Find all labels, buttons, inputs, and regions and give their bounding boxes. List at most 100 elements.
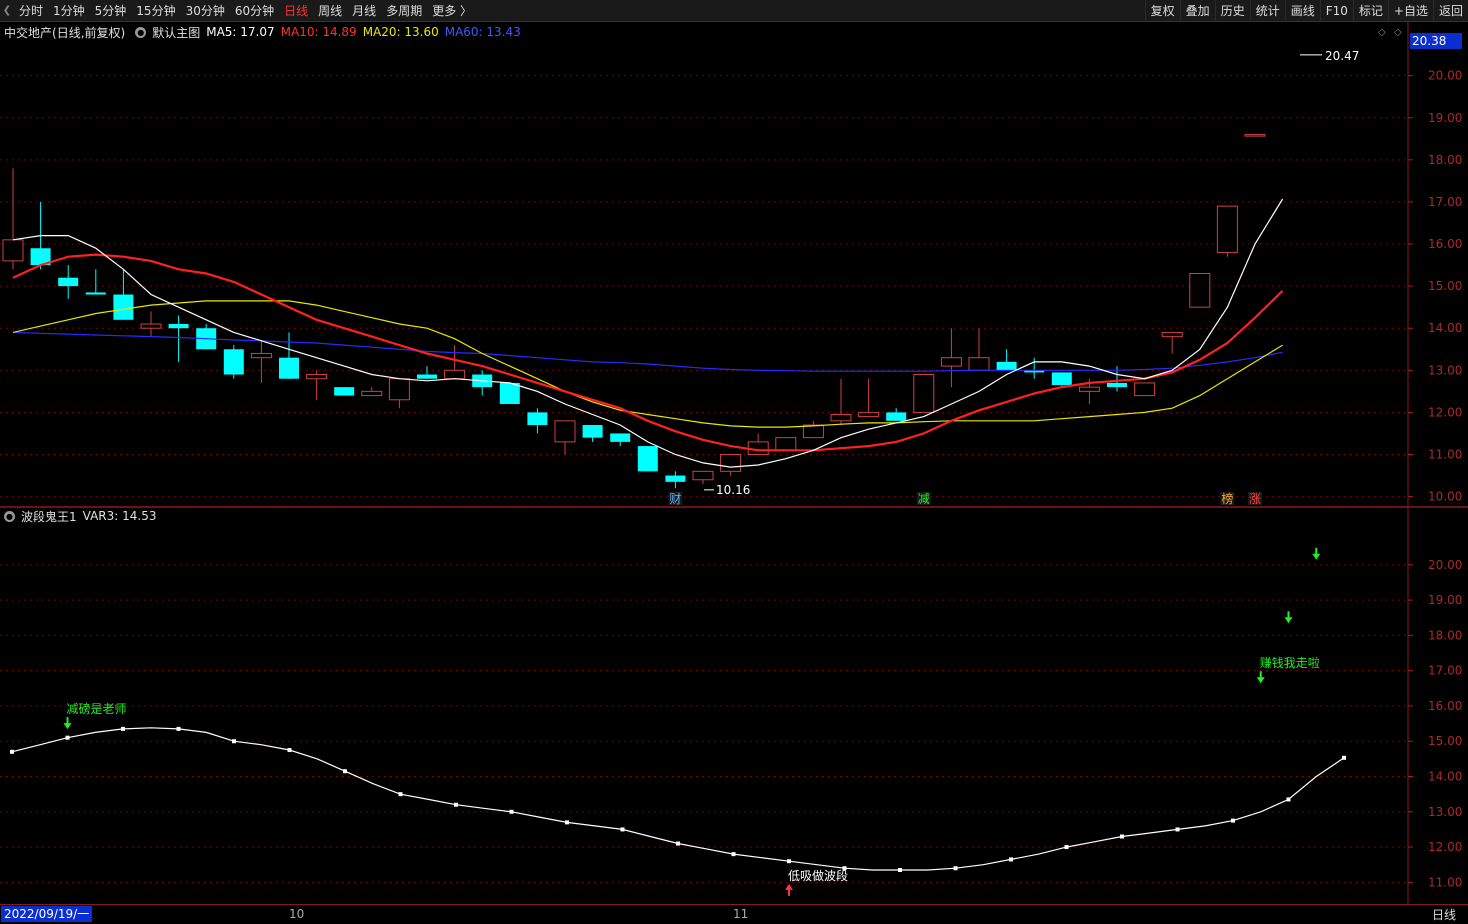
candle-body — [2, 239, 24, 262]
tab-period-7[interactable]: 周线 — [313, 0, 347, 22]
month-label-11: 11 — [733, 907, 749, 921]
signal-label: 低吸做波段 — [788, 868, 848, 883]
tab-period-5[interactable]: 60分钟 — [230, 0, 279, 22]
candle — [85, 269, 106, 295]
y-tick-label: 11.00 — [1428, 447, 1462, 461]
var3-point — [1064, 845, 1069, 850]
tool-button-4[interactable]: 画线 — [1284, 0, 1320, 22]
diamond-icon-2[interactable]: ◇ — [1394, 27, 1402, 38]
ma60-line — [12, 331, 1283, 372]
candle — [886, 408, 907, 421]
candle-body — [582, 425, 603, 438]
var3-point — [565, 820, 569, 825]
diamond-icon[interactable]: ◇ — [1378, 27, 1386, 38]
ma20-line — [12, 300, 1283, 428]
sub-y-tick-label: 11.00 — [1428, 875, 1462, 889]
event-marker: 减 — [918, 492, 930, 506]
tab-period-9[interactable]: 多周期 — [381, 0, 427, 22]
y-tick-label: 19.00 — [1428, 111, 1462, 125]
ma60-label: MA60: 13.43 — [444, 25, 521, 39]
candle-body — [58, 277, 79, 287]
var3-line — [11, 727, 1345, 871]
tool-button-1[interactable]: 叠加 — [1179, 0, 1215, 22]
tool-button-0[interactable]: 复权 — [1144, 0, 1180, 22]
candle — [444, 345, 466, 380]
collapse-left-icon[interactable]: ❮ — [0, 0, 14, 22]
candle — [1024, 357, 1045, 379]
tab-period-1[interactable]: 1分钟 — [48, 0, 90, 22]
candle — [499, 382, 520, 404]
candle — [306, 370, 328, 400]
tool-button-5[interactable]: F10 — [1319, 0, 1353, 22]
var3-point — [1286, 797, 1291, 802]
indicator-menu-icon[interactable]: ● — [4, 510, 15, 522]
template-name[interactable]: 默认主图 — [152, 24, 200, 41]
candle-body — [968, 357, 990, 371]
ma20-label: MA20: 13.60 — [362, 25, 439, 39]
tool-button-8[interactable]: 返回 — [1432, 0, 1468, 22]
period-tabs: 分时 1分钟 5分钟 15分钟 30分钟 60分钟 日线 周线 月线 多周期 更多 〉 — [14, 0, 477, 22]
candle — [692, 470, 714, 484]
template-menu-icon[interactable]: ● — [135, 26, 147, 38]
var3-point — [1175, 827, 1180, 832]
candle-body — [196, 328, 217, 350]
var3-point — [176, 726, 181, 731]
sub-y-tick-label: 16.00 — [1428, 699, 1462, 713]
stock-name: 中交地产 — [4, 25, 53, 40]
candle — [913, 374, 935, 413]
var3-point — [287, 748, 292, 753]
candle-body — [1161, 331, 1183, 338]
tool-button-2[interactable]: 历史 — [1214, 0, 1250, 22]
tool-buttons: 复权 叠加 历史 统计 画线 F10 标记 +自选 返回 — [1144, 0, 1468, 22]
candle-body — [1189, 273, 1211, 308]
tab-period-6[interactable]: 日线 — [279, 0, 313, 22]
sub-y-tick-label: 20.00 — [1428, 558, 1462, 572]
candle — [472, 370, 493, 396]
y-tick-label: 10.00 — [1428, 490, 1462, 504]
event-marker-bg — [1220, 492, 1235, 505]
tab-period-10[interactable]: 更多 〉 — [427, 0, 477, 22]
tab-period-3[interactable]: 15分钟 — [131, 0, 180, 22]
period-label[interactable]: 日线 — [1432, 906, 1456, 923]
kline-chart[interactable]: 20.00 19.00 18.00 17.00 16.00 15.00 14.00 13.00… — [0, 0, 1468, 904]
event-marker: 榜 — [1221, 491, 1233, 506]
current-price-box: 20.38 — [1410, 33, 1462, 49]
candle-body — [1216, 205, 1238, 253]
candle-body — [1051, 372, 1072, 386]
y-tick-label: 15.00 — [1428, 279, 1462, 293]
signal-arrow-head — [1256, 677, 1265, 684]
tab-period-8[interactable]: 月线 — [347, 0, 381, 22]
candle — [30, 201, 51, 270]
var3-point — [953, 866, 958, 871]
candle-body — [472, 374, 493, 388]
candle-body — [85, 292, 106, 295]
candle-body — [417, 374, 437, 379]
var3-label: VAR3: 14.53 — [82, 509, 157, 523]
tab-period-0[interactable]: 分时 — [14, 0, 48, 22]
high-label: 20.47 — [1325, 49, 1359, 63]
tool-button-3[interactable]: 统计 — [1249, 0, 1285, 22]
candle — [1051, 372, 1072, 388]
tool-button-6[interactable]: 标记 — [1352, 0, 1388, 22]
indicator-name[interactable]: 波段鬼王1 — [21, 508, 77, 525]
candle — [58, 265, 79, 299]
candle — [802, 420, 824, 439]
tab-period-4[interactable]: 30分钟 — [181, 0, 230, 22]
var3-point — [620, 827, 625, 832]
candle-body — [610, 433, 631, 442]
tool-button-7[interactable]: +自选 — [1387, 0, 1433, 22]
var3-point — [1231, 818, 1235, 823]
sub-y-tick-label: 17.00 — [1428, 664, 1462, 678]
candle — [582, 425, 603, 442]
candle-body — [720, 453, 742, 472]
date-label: 2022/09/19/一 — [1, 906, 93, 922]
event-marker: 财 — [669, 492, 681, 506]
candle-body — [140, 323, 162, 329]
candle — [334, 387, 355, 396]
candle-body — [692, 470, 714, 481]
candle — [1078, 378, 1100, 404]
candle — [1189, 273, 1211, 308]
tab-period-2[interactable]: 5分钟 — [90, 0, 132, 22]
candle — [554, 420, 576, 455]
sub-y-tick-label: 14.00 — [1428, 770, 1462, 784]
